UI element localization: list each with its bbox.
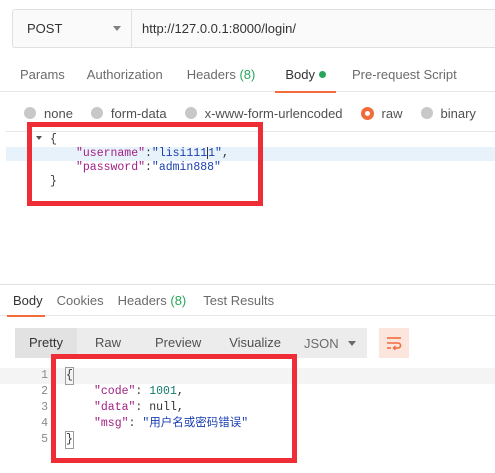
response-tab-headers[interactable]: Headers (8) [111,286,197,316]
body-indicator-dot [318,70,326,78]
method-label: POST [27,21,63,36]
request-tabs: Params Authorization Headers (8) Body Pr… [0,58,495,93]
response-tabs: Body Cookies Headers (8) Test Results [0,286,495,317]
tab-headers[interactable]: Headers (8) [175,58,270,92]
wrap-lines-button[interactable] [379,328,409,358]
line-number: 5 [41,433,48,446]
radio-binary[interactable]: binary [420,106,476,121]
format-label: JSON [304,335,339,351]
method-dropdown[interactable]: POST [13,10,132,47]
line-number: 1 [41,369,48,382]
line-number: 2 [41,385,48,398]
radio-circle-icon [420,107,433,119]
tab-body[interactable]: Body [269,58,342,93]
request-url-bar: POST [12,9,495,48]
radio-selected-icon [360,106,374,120]
radio-circle-icon [90,107,103,119]
chevron-down-icon [113,26,121,31]
radio-raw[interactable]: raw [360,106,403,121]
headers-count: (8) [239,66,256,82]
response-tab-body[interactable]: Body [0,286,50,317]
response-headers-count: (8) [170,292,187,308]
response-tab-cookies[interactable]: Cookies [50,286,111,316]
radio-circle-icon [184,107,197,119]
radio-none[interactable]: none [24,106,73,121]
chevron-down-icon [348,340,356,346]
highlight-box-request [27,122,263,206]
format-dropdown[interactable]: JSON [295,328,367,358]
tab-pre-request-script[interactable]: Pre-request Script [342,58,467,92]
tab-params[interactable]: Params [0,58,75,92]
response-tab-test-results[interactable]: Test Results [196,286,281,316]
tab-authorization[interactable]: Authorization [75,58,175,92]
url-input[interactable] [132,10,495,47]
line-number: 4 [41,417,48,430]
highlight-box-response [51,354,297,463]
line-number: 3 [41,401,48,414]
radio-x-www-form-urlencoded[interactable]: x-www-form-urlencoded [184,106,343,121]
radio-circle-icon [24,107,36,119]
radio-form-data[interactable]: form-data [90,106,167,121]
wrap-icon [387,337,402,350]
